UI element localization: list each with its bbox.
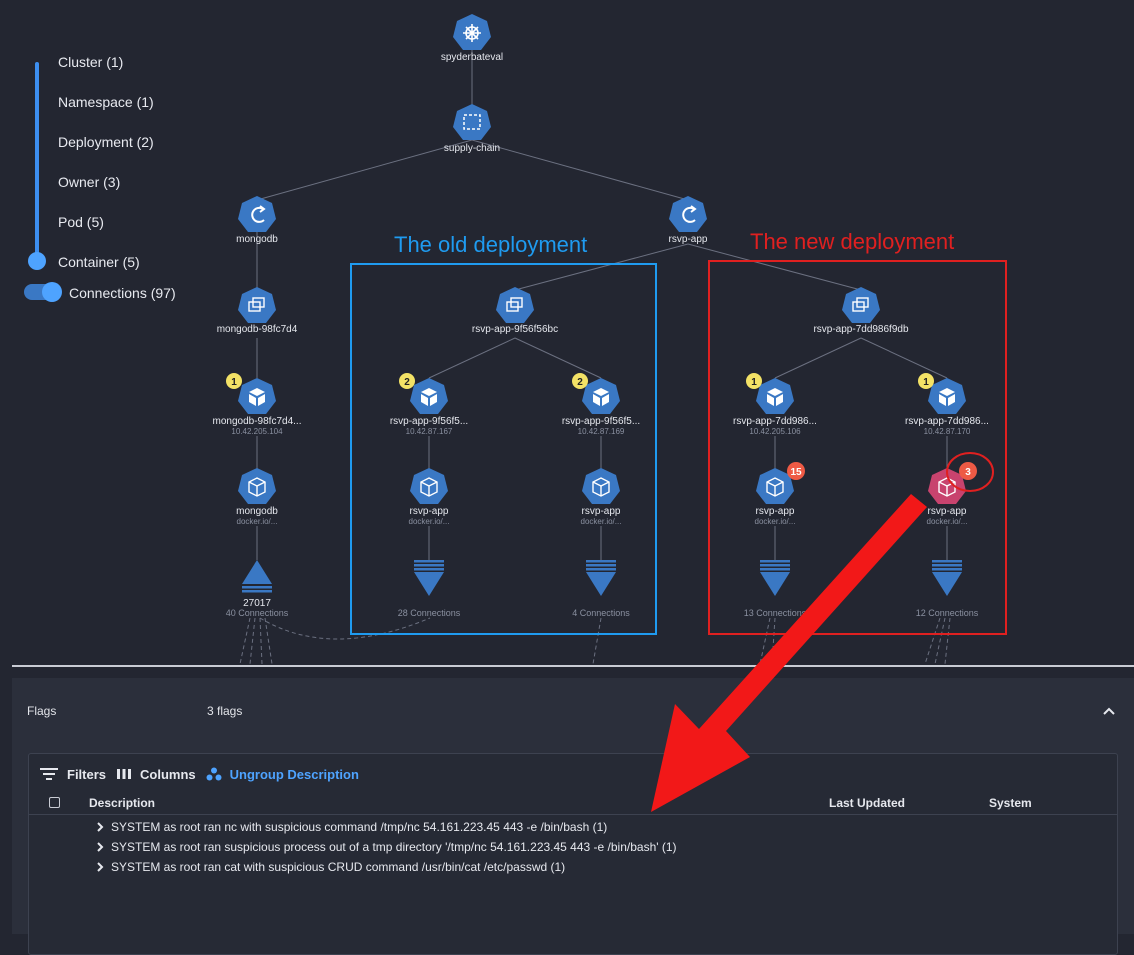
connection-dashed-edges [239, 617, 951, 665]
table-header: Description Last Updated System [29, 792, 1117, 815]
container-image: docker.io/... [581, 517, 622, 526]
chevron-right-icon[interactable] [95, 821, 105, 833]
columns-icon [117, 769, 132, 779]
deployment-label: rsvp-app [669, 234, 708, 245]
flag-group-row[interactable]: SYSTEM as root ran suspicious process ou… [95, 840, 677, 854]
container-node-5-flagged[interactable]: 3 rsvp-app docker.io/... [927, 452, 994, 526]
owner-node-mongodb[interactable]: mongodb-98fc7d4 [217, 287, 298, 335]
pod-node-5[interactable]: 1 rsvp-app-7dd986... 10.42.87.170 [905, 373, 989, 436]
container-label: rsvp-app [582, 506, 621, 517]
flag-description: SYSTEM as root ran cat with suspicious C… [111, 860, 566, 874]
ungroup-description-button[interactable]: Ungroup Description [206, 767, 359, 782]
container-node-4[interactable]: 15 rsvp-app docker.io/... [755, 462, 805, 526]
container-node-3[interactable]: rsvp-app docker.io/... [581, 468, 622, 526]
pod-ip: 10.42.87.170 [924, 427, 971, 436]
pod-node-2[interactable]: 2 rsvp-app-9f56f5... 10.42.87.167 [390, 373, 468, 436]
filters-label: Filters [67, 766, 107, 782]
pod-ip: 10.42.87.169 [578, 427, 625, 436]
pod-label: rsvp-app-9f56f5... [562, 416, 640, 427]
container-label: rsvp-app [756, 506, 795, 517]
container-flag-count: 15 [790, 467, 802, 478]
connection-label: 28 Connections [398, 608, 461, 618]
flags-count: 3 flags [207, 704, 243, 718]
column-header-last-updated[interactable]: Last Updated [829, 796, 905, 810]
pod-ip: 10.42.205.106 [749, 427, 801, 436]
container-label: rsvp-app [410, 506, 449, 517]
container-label: rsvp-app [928, 506, 967, 517]
column-header-system[interactable]: System [989, 796, 1032, 810]
columns-button[interactable]: Columns [116, 767, 196, 782]
flags-panel: Flags 3 flags Filters Columns Ungroup De… [12, 678, 1134, 955]
connection-label: 13 Connections [744, 608, 807, 618]
connection-node-4[interactable]: 13 Connections [744, 560, 807, 618]
cluster-label: spyderbateval [441, 52, 503, 63]
filters-button[interactable]: Filters [39, 767, 106, 782]
pod-badge-count: 1 [751, 377, 757, 388]
container-flag-count: 3 [965, 467, 971, 478]
chevron-right-icon[interactable] [95, 861, 105, 873]
ungroup-label: Ungroup Description [229, 766, 359, 782]
collapse-chevron-up-icon[interactable] [1100, 702, 1118, 720]
pod-ip: 10.42.87.167 [406, 427, 453, 436]
owner-node-rsvp-new[interactable]: rsvp-app-7dd986f9db [813, 287, 909, 335]
topology-graph[interactable]: spyderbateval supply-chain mongodb rsvp-… [0, 0, 1134, 670]
container-image: docker.io/... [409, 517, 450, 526]
pod-badge-count: 2 [404, 377, 410, 388]
column-header-description[interactable]: Description [89, 796, 155, 810]
pod-label: mongodb-98fc7d4... [213, 416, 302, 427]
deployment-label: mongodb [236, 234, 278, 245]
filter-icon [40, 768, 58, 780]
connection-label: 40 Connections [226, 608, 289, 618]
owner-label: mongodb-98fc7d4 [217, 324, 298, 335]
deployment-node-mongodb[interactable]: mongodb [236, 196, 278, 245]
pod-node-3[interactable]: 2 rsvp-app-9f56f5... 10.42.87.169 [562, 373, 640, 436]
flag-description: SYSTEM as root ran nc with suspicious co… [111, 820, 608, 834]
select-all-checkbox[interactable] [49, 797, 60, 808]
cluster-node[interactable]: spyderbateval [441, 14, 503, 63]
owner-node-rsvp-old[interactable]: rsvp-app-9f56f56bc [472, 287, 558, 335]
namespace-node[interactable]: supply-chain [444, 104, 500, 154]
container-image: docker.io/... [755, 517, 796, 526]
chevron-right-icon[interactable] [95, 841, 105, 853]
pod-label: rsvp-app-7dd986... [733, 416, 817, 427]
flag-description: SYSTEM as root ran suspicious process ou… [111, 840, 677, 854]
owner-label: rsvp-app-9f56f56bc [472, 324, 558, 335]
flags-panel-title: Flags [27, 704, 57, 718]
container-image: docker.io/... [237, 517, 278, 526]
owner-label: rsvp-app-7dd986f9db [813, 324, 909, 335]
deployment-node-rsvp[interactable]: rsvp-app [669, 196, 708, 245]
flags-table: Filters Columns Ungroup Description Desc… [28, 753, 1118, 955]
container-image: docker.io/... [927, 517, 968, 526]
flag-group-row[interactable]: SYSTEM as root ran nc with suspicious co… [95, 820, 607, 834]
container-label: mongodb [236, 506, 278, 517]
connection-label: 4 Connections [572, 608, 630, 618]
columns-label: Columns [140, 766, 196, 782]
group-icon [206, 767, 222, 781]
pod-label: rsvp-app-7dd986... [905, 416, 989, 427]
connection-label: 12 Connections [916, 608, 979, 618]
container-node-1[interactable]: mongodb docker.io/... [236, 468, 278, 526]
connection-node-1[interactable]: 27017 40 Connections [226, 560, 289, 618]
pod-badge-count: 2 [577, 377, 583, 388]
pod-ip: 10.42.205.104 [231, 427, 283, 436]
pod-label: rsvp-app-9f56f5... [390, 416, 468, 427]
connection-node-2[interactable]: 28 Connections [398, 560, 461, 618]
connection-node-5[interactable]: 12 Connections [916, 560, 979, 618]
container-node-2[interactable]: rsvp-app docker.io/... [409, 468, 450, 526]
connection-node-3[interactable]: 4 Connections [572, 560, 630, 618]
table-toolbar: Filters Columns Ungroup Description [39, 766, 369, 782]
pod-node-4[interactable]: 1 rsvp-app-7dd986... 10.42.205.106 [733, 373, 817, 436]
flag-group-row[interactable]: SYSTEM as root ran cat with suspicious C… [95, 860, 565, 874]
panel-divider[interactable] [12, 665, 1134, 667]
pod-node-1[interactable]: 1 mongodb-98fc7d4... 10.42.205.104 [213, 373, 302, 436]
pod-badge-count: 1 [923, 377, 929, 388]
namespace-label: supply-chain [444, 143, 500, 154]
pod-badge-count: 1 [231, 377, 237, 388]
